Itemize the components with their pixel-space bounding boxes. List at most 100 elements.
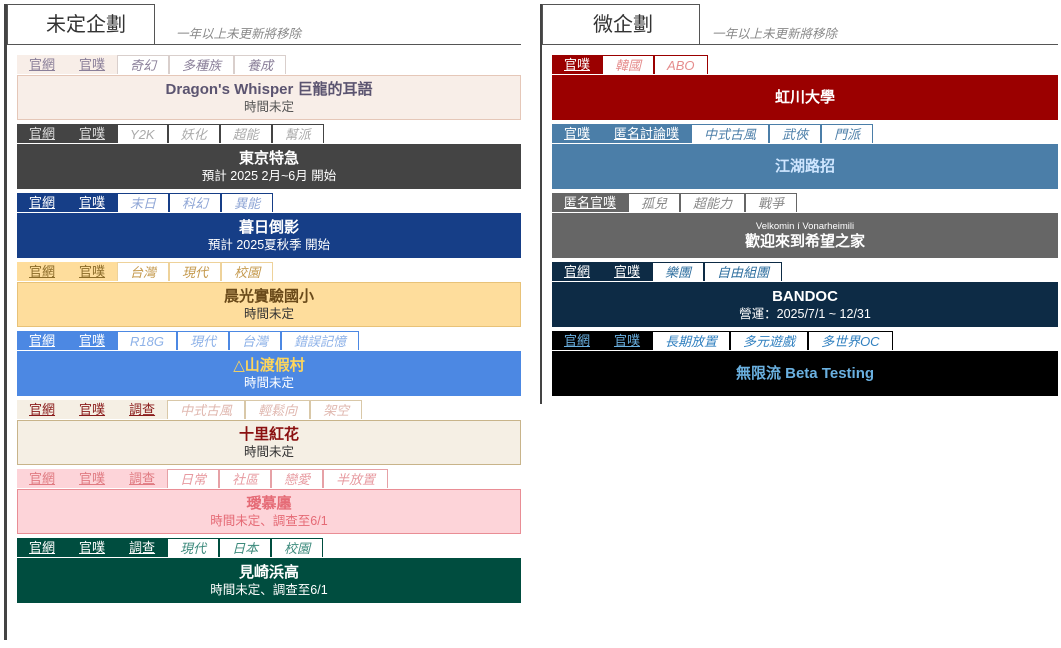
project-schedule: 預計 2025 2月~6月 開始 (201, 168, 337, 183)
project-link[interactable]: 調查 (117, 469, 168, 488)
genre-tag: 孤兒 (628, 193, 681, 212)
project-link[interactable]: 官網 (17, 124, 68, 143)
project-entry: 官網 官噗 奇幻 多種族 養成 Dragon's Whisper 巨龍的耳語 時間未定 (17, 55, 521, 120)
genre-tag: R18G (117, 331, 177, 350)
project-link[interactable]: 官噗 (67, 400, 118, 419)
project-schedule: 時間未定 (243, 375, 294, 390)
right-column-note: 一年以上未更新將移除 (712, 27, 838, 41)
project-subtitle-foreign: Velkomin í Vonarheimili (755, 220, 855, 232)
project-link[interactable]: 官網 (552, 331, 603, 350)
genre-tag: 奇幻 (117, 55, 170, 74)
project-card[interactable]: Dragon's Whisper 巨龍的耳語 時間未定 (17, 75, 521, 120)
project-title: 見崎浜高 (238, 563, 299, 581)
project-card[interactable]: Velkomin í Vonarheimili 歡迎來到希望之家 (552, 213, 1058, 258)
project-entry: 官網 官噗 調查 中式古風 輕鬆向 架空 十里紅花 時間未定 (17, 400, 521, 465)
project-entry: 官網 官噗 長期放置 多元遊戲 多世界OC 無限流 Beta Testing (552, 331, 1058, 396)
genre-tag: 超能 (219, 124, 272, 143)
project-title: 東京特急 (238, 149, 299, 167)
genre-tag: 韓國 (602, 55, 655, 74)
genre-tag: 養成 (234, 55, 287, 74)
project-card[interactable]: △山渡假村 時間未定 (17, 351, 521, 396)
project-link[interactable]: 官噗 (67, 55, 118, 74)
genre-tag: 長期放置 (652, 331, 731, 350)
project-title: 虹川大學 (774, 88, 835, 106)
project-entry: 官網 官噗 R18G 現代 台灣 錯誤記憶 △山渡假村 時間未定 (17, 331, 521, 396)
left-column-header: 未定企劃 一年以上未更新將移除 (7, 4, 521, 45)
genre-tag: 架空 (310, 400, 363, 419)
project-link[interactable]: 官網 (17, 400, 68, 419)
project-entry: 官噗 韓國 ABO 虹川大學 (552, 55, 1058, 120)
project-link[interactable]: 官網 (17, 469, 68, 488)
project-link[interactable]: 官噗 (67, 193, 118, 212)
genre-tag: 科幻 (169, 193, 222, 212)
project-link[interactable]: 官噗 (552, 55, 603, 74)
project-link[interactable]: 官噗 (67, 331, 118, 350)
genre-tag: 幫派 (271, 124, 324, 143)
project-link[interactable]: 匿名討論噗 (602, 124, 692, 143)
project-tag-bar: 官噗 匿名討論噗 中式古風 武俠 門派 (552, 124, 1058, 144)
project-schedule: 營運：2025/7/1 ~ 12/31 (739, 306, 871, 321)
genre-tag: 樂團 (652, 262, 705, 281)
genre-tag: 末日 (117, 193, 170, 212)
genre-tag: 現代 (177, 331, 230, 350)
project-card[interactable]: 見崎浜高 時間未定、調查至6/1 (17, 558, 521, 603)
project-title: 江湖路招 (774, 157, 835, 175)
project-schedule: 時間未定 (243, 306, 294, 321)
right-project-list: 官噗 韓國 ABO 虹川大學 官噗 匿名討論噗 中式古風 武俠 門派 江湖路招 匿名官噗 孤兒 超能力戰… (552, 55, 1058, 400)
project-card[interactable]: 江湖路招 (552, 144, 1058, 189)
project-link[interactable]: 官網 (17, 55, 68, 74)
project-card[interactable]: 虹川大學 (552, 75, 1058, 120)
project-tag-bar: 官網 官噗 末日 科幻 異能 (17, 193, 521, 213)
project-title: △山渡假村 (233, 356, 305, 374)
genre-tag: 校園 (221, 262, 274, 281)
project-tag-bar: 官網 官噗 R18G 現代 台灣 錯誤記憶 (17, 331, 521, 351)
project-link[interactable]: 官噗 (67, 262, 118, 281)
project-link[interactable]: 官網 (552, 262, 603, 281)
genre-tag: 日常 (167, 469, 220, 488)
project-tag-bar: 官網 官噗 樂團 自由組團 (552, 262, 1058, 282)
project-title: 十里紅花 (238, 425, 299, 443)
project-tag-bar: 官噗 韓國 ABO (552, 55, 1058, 75)
project-link[interactable]: 調查 (117, 538, 168, 557)
left-project-list: 官網 官噗 奇幻 多種族 養成 Dragon's Whisper 巨龍的耳語 時間未定 官網官… (17, 55, 521, 607)
project-card[interactable]: 暮日倒影 預計 2025夏秋季 開始 (17, 213, 521, 258)
project-link[interactable]: 調查 (117, 400, 168, 419)
project-link[interactable]: 官網 (17, 193, 68, 212)
project-link[interactable]: 官噗 (67, 124, 118, 143)
project-link[interactable]: 匿名官噗 (552, 193, 629, 212)
project-link[interactable]: 官網 (17, 262, 68, 281)
project-title: 歡迎來到希望之家 (744, 232, 865, 250)
genre-tag: 中式古風 (167, 400, 246, 419)
project-link[interactable]: 官網 (17, 331, 68, 350)
project-link[interactable]: 官噗 (67, 538, 118, 557)
project-link[interactable]: 官噗 (552, 124, 603, 143)
project-card[interactable]: 璦慕廛 時間未定、調查至6/1 (17, 489, 521, 534)
project-title: BANDOC (772, 287, 838, 305)
genre-tag: 戀愛 (271, 469, 324, 488)
project-title: 暮日倒影 (238, 218, 299, 236)
project-entry: 匿名官噗 孤兒 超能力 戰爭 Velkomin í Vonarheimili 歡迎來到希望… (552, 193, 1058, 258)
project-card[interactable]: 十里紅花 時間未定 (17, 420, 521, 465)
project-link[interactable]: 官網 (17, 538, 68, 557)
right-column-header: 微企劃 一年以上未更新將移除 (542, 4, 1058, 45)
project-link[interactable]: 官噗 (67, 469, 118, 488)
genre-tag: 社區 (219, 469, 272, 488)
project-card[interactable]: 東京特急 預計 2025 2月~6月 開始 (17, 144, 521, 189)
project-card[interactable]: 無限流 Beta Testing (552, 351, 1058, 396)
project-title: Dragon's Whisper 巨龍的耳語 (165, 80, 373, 98)
project-link[interactable]: 官噗 (602, 262, 653, 281)
project-tag-bar: 官網 官噗 調查 中式古風 輕鬆向 架空 (17, 400, 521, 420)
project-entry: 官網 官噗 調查 現代 日本 校園 見崎浜高 時間未定、調查至6/1 (17, 538, 521, 603)
genre-tag: ABO (654, 55, 708, 74)
project-tag-bar: 官網 官噗 調查 日常 社區 戀愛 半放置 (17, 469, 521, 489)
project-card[interactable]: 晨光實驗國小 時間未定 (17, 282, 521, 327)
project-card[interactable]: BANDOC 營運：2025/7/1 ~ 12/31 (552, 282, 1058, 327)
project-schedule: 時間未定 (243, 99, 294, 114)
project-tag-bar: 官網 官噗 台灣 現代 校園 (17, 262, 521, 282)
project-link[interactable]: 官噗 (602, 331, 653, 350)
genre-tag: 錯誤記憶 (281, 331, 360, 350)
project-title: 無限流 Beta Testing (735, 364, 875, 382)
genre-tag: Y2K (117, 124, 168, 143)
genre-tag: 武俠 (769, 124, 822, 143)
project-title: 璦慕廛 (246, 494, 292, 512)
